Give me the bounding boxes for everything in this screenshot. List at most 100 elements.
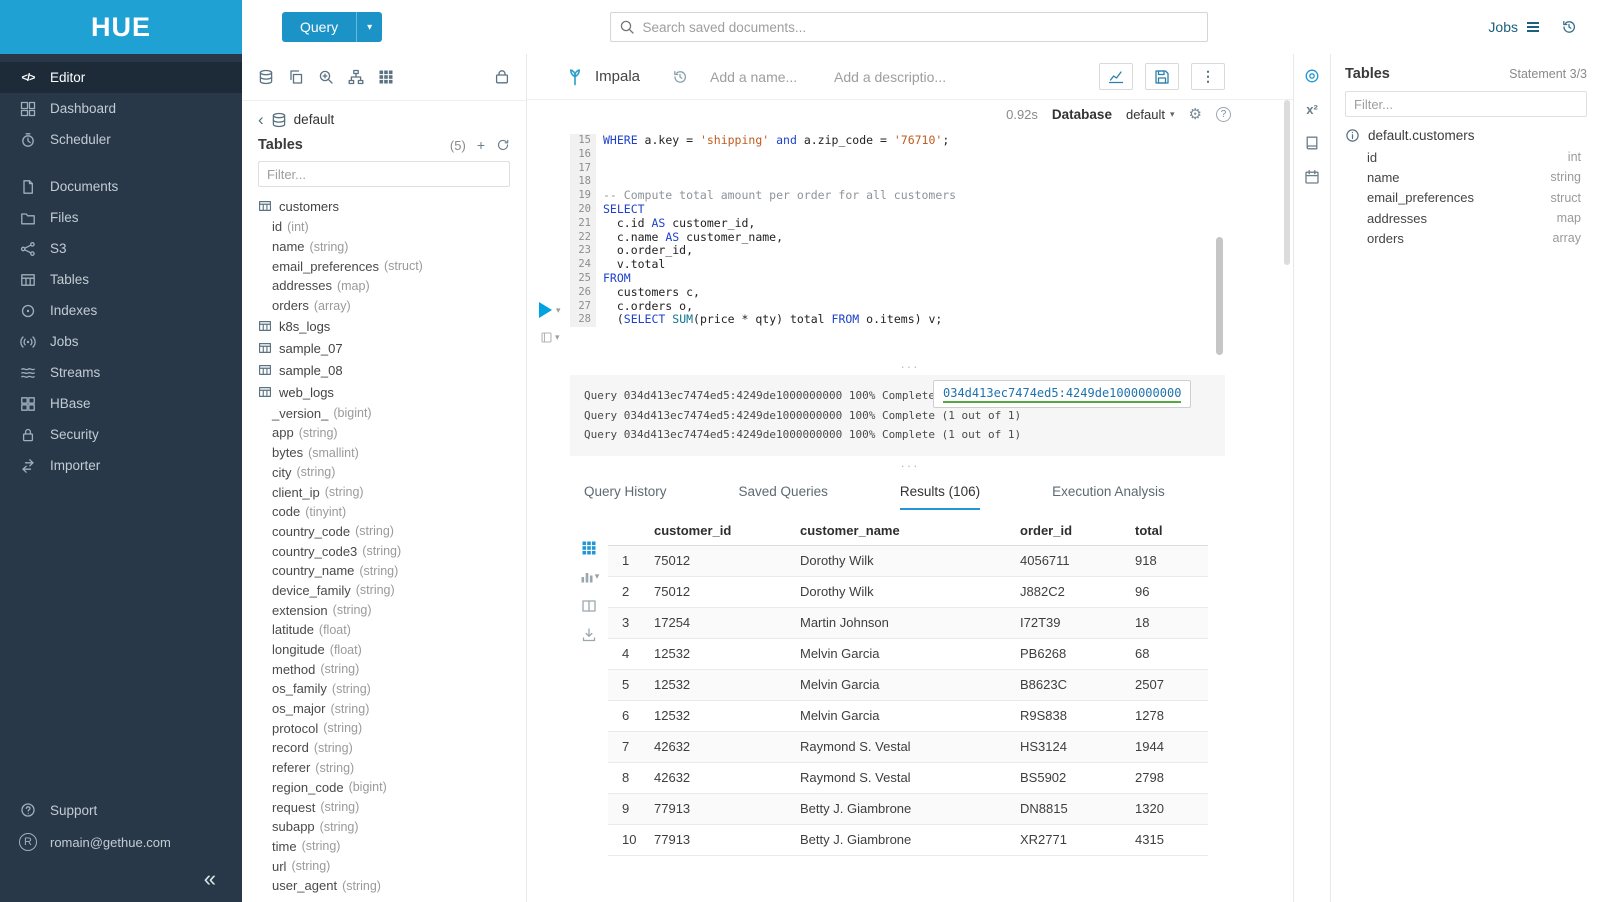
help-icon[interactable]: ? — [1216, 107, 1231, 122]
settings-gear-icon[interactable]: ⚙ — [1189, 105, 1202, 123]
column-item[interactable]: extension(string) — [242, 600, 526, 620]
resize-handle-icon[interactable]: ··· — [527, 361, 1293, 373]
sidebar-item-documents[interactable]: Documents — [0, 171, 242, 202]
table-item[interactable]: web_logs — [242, 381, 526, 403]
save-button[interactable] — [1145, 63, 1179, 90]
sidebar-collapse-icon[interactable]: « — [18, 866, 224, 892]
sidebar-item-tables[interactable]: Tables — [0, 264, 242, 295]
column-item[interactable]: subapp(string) — [242, 817, 526, 837]
column-item[interactable]: user_agent(string) — [242, 876, 526, 896]
history-icon[interactable] — [1561, 19, 1577, 35]
active-table-row[interactable]: default.customers — [1345, 128, 1587, 143]
query-dropdown-caret-icon[interactable]: ▾ — [356, 12, 382, 42]
table-item[interactable]: sample_07 — [242, 337, 526, 359]
breadcrumb-database[interactable]: default — [294, 112, 335, 127]
new-query-button[interactable]: Query ▾ — [282, 12, 382, 42]
columns-view-icon[interactable] — [581, 598, 597, 614]
column-item[interactable]: email_preferences(struct) — [242, 256, 526, 276]
column-item[interactable]: device_family(string) — [242, 581, 526, 601]
search-input[interactable] — [643, 20, 1207, 35]
zoom-in-icon[interactable] — [318, 69, 334, 85]
panel-scrollbar[interactable] — [1284, 100, 1290, 265]
right-column-item[interactable]: idint — [1345, 147, 1587, 167]
resize-handle-icon[interactable]: ··· — [527, 460, 1293, 472]
sidebar-item-security[interactable]: Security — [0, 419, 242, 450]
column-item[interactable]: region_code(bigint) — [242, 778, 526, 798]
column-item[interactable]: url(string) — [242, 856, 526, 876]
query-name-input[interactable] — [710, 69, 810, 85]
functions-icon[interactable]: x² — [1306, 102, 1318, 117]
sidebar-item-files[interactable]: Files — [0, 202, 242, 233]
editor-scrollbar[interactable] — [1216, 237, 1223, 355]
code-editor[interactable]: 15WHERE a.key = 'shipping' and a.zip_cod… — [527, 134, 1293, 361]
sidebar-item-streams[interactable]: Streams — [0, 357, 242, 388]
execute-button[interactable]: ▾ — [539, 302, 561, 318]
column-item[interactable]: protocol(string) — [242, 718, 526, 738]
schedule-icon[interactable] — [1304, 169, 1320, 185]
editor-settings-control[interactable]: ▾ — [540, 331, 560, 344]
right-column-item[interactable]: addressesmap — [1345, 208, 1587, 228]
sitemap-icon[interactable] — [348, 69, 364, 85]
tab-results-106-[interactable]: Results (106) — [900, 484, 980, 510]
sidebar-item-hbase[interactable]: HBase — [0, 388, 242, 419]
add-table-icon[interactable]: + — [477, 138, 485, 152]
table-item[interactable]: customers — [242, 195, 526, 217]
query-id-tooltip[interactable]: 034d413ec7474ed5:4249de1000000000 — [933, 380, 1191, 408]
more-options-button[interactable]: ⋮ — [1191, 63, 1225, 90]
chart-view-icon[interactable]: ▾ — [579, 569, 600, 585]
column-item[interactable]: os_major(string) — [242, 699, 526, 719]
query-description-input[interactable] — [834, 69, 954, 85]
bag-icon[interactable] — [494, 69, 510, 85]
chart-button[interactable] — [1099, 63, 1133, 90]
table-item[interactable]: sample_08 — [242, 359, 526, 381]
sidebar-item-indexes[interactable]: Indexes — [0, 295, 242, 326]
sidebar-item-s3[interactable]: S3 — [0, 233, 242, 264]
language-reference-icon[interactable] — [1304, 135, 1320, 151]
database-select[interactable]: default ▾ — [1126, 107, 1175, 122]
engine-name[interactable]: Impala — [595, 68, 640, 85]
right-column-item[interactable]: email_preferencesstruct — [1345, 188, 1587, 208]
sidebar-item-dashboard[interactable]: Dashboard — [0, 93, 242, 124]
column-item[interactable]: country_name(string) — [242, 561, 526, 581]
back-chevron-icon[interactable]: ‹ — [258, 111, 264, 128]
refresh-icon[interactable] — [496, 138, 510, 152]
sidebar-item-editor[interactable]: </>Editor — [0, 62, 242, 93]
column-item[interactable]: latitude(float) — [242, 620, 526, 640]
editor-assistant-icon[interactable] — [1304, 68, 1320, 84]
column-item[interactable]: country_code3(string) — [242, 541, 526, 561]
right-column-item[interactable]: ordersarray — [1345, 228, 1587, 248]
database-icon[interactable] — [258, 69, 274, 85]
documents-copy-icon[interactable] — [288, 69, 304, 85]
column-item[interactable]: os_family(string) — [242, 679, 526, 699]
column-item[interactable]: code(tinyint) — [242, 502, 526, 522]
column-item[interactable]: orders(array) — [242, 296, 526, 316]
column-item[interactable]: referer(string) — [242, 758, 526, 778]
tab-saved-queries[interactable]: Saved Queries — [739, 484, 828, 510]
sidebar-item-jobs[interactable]: Jobs — [0, 326, 242, 357]
column-item[interactable]: id(int) — [242, 217, 526, 237]
column-item[interactable]: city(string) — [242, 463, 526, 483]
column-item[interactable]: name(string) — [242, 237, 526, 257]
download-icon[interactable] — [581, 627, 597, 643]
right-column-item[interactable]: namestring — [1345, 167, 1587, 187]
column-item[interactable]: _version_(bigint) — [242, 403, 526, 423]
tab-execution-analysis[interactable]: Execution Analysis — [1052, 484, 1165, 510]
sidebar-item-support[interactable]: Support — [18, 794, 224, 826]
query-history-icon[interactable] — [672, 69, 688, 85]
column-item[interactable]: bytes(smallint) — [242, 443, 526, 463]
column-item[interactable]: country_code(string) — [242, 522, 526, 542]
table-item[interactable]: k8s_logs — [242, 315, 526, 337]
column-item[interactable]: record(string) — [242, 738, 526, 758]
sidebar-item-user[interactable]: R romain@gethue.com — [18, 826, 224, 858]
column-item[interactable]: time(string) — [242, 837, 526, 857]
column-item[interactable]: app(string) — [242, 423, 526, 443]
apps-grid-icon[interactable] — [378, 69, 394, 85]
column-item[interactable]: method(string) — [242, 659, 526, 679]
column-item[interactable]: request(string) — [242, 797, 526, 817]
assist-filter-input[interactable] — [267, 167, 501, 182]
right-filter-input[interactable] — [1354, 97, 1578, 112]
column-item[interactable]: client_ip(string) — [242, 482, 526, 502]
sidebar-item-scheduler[interactable]: Scheduler — [0, 124, 242, 155]
tab-query-history[interactable]: Query History — [584, 484, 667, 510]
column-item[interactable]: longitude(float) — [242, 640, 526, 660]
